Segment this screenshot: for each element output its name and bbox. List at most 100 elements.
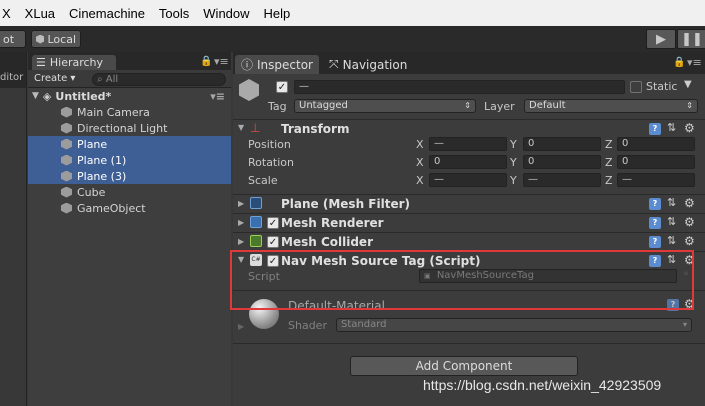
tab-inspector[interactable]: ⓘ Inspector	[235, 55, 319, 74]
scale-x-axis-label[interactable]: X	[416, 174, 424, 187]
toolbar: ot Local ▶ ❚❚	[0, 26, 705, 52]
mesh-renderer-enabled-checkbox[interactable]: ✓	[267, 217, 279, 229]
tab-inspector-label: Inspector	[257, 57, 313, 72]
hierarchy-list: Main Camera Directional Light Plane Plane (…	[28, 104, 231, 216]
hierarchy-item-label: Plane (1)	[77, 153, 127, 167]
tab-navigation[interactable]: ⤧ Navigation	[323, 55, 413, 74]
scene-menu-icon[interactable]: ▾≡	[210, 90, 225, 103]
inspector-menu-icon[interactable]: ▾≡	[687, 56, 702, 69]
expand-arrow-icon[interactable]: ▼	[238, 123, 244, 132]
gear-icon[interactable]: ⚙	[684, 216, 696, 228]
inspector-panel: ⓘ Inspector ⤧ Navigation 🔒 ▾≡ ✓ — Static…	[233, 52, 705, 406]
mesh-collider-enabled-checkbox[interactable]: ✓	[267, 236, 279, 248]
presets-icon[interactable]: ⇅	[667, 122, 679, 134]
inspector-lock-icon[interactable]: 🔒	[673, 57, 685, 68]
transform-header[interactable]: ▼ ⊥ Transform ? ⇅ ⚙	[233, 119, 705, 137]
scale-x-field[interactable]: —	[429, 173, 507, 187]
gameobject-cube-icon	[239, 79, 259, 101]
add-component-button[interactable]: Add Component	[350, 356, 578, 376]
position-y-axis-label[interactable]: Y	[510, 138, 517, 151]
scale-y-axis-label[interactable]: Y	[510, 174, 517, 187]
mesh-collider-header[interactable]: ▶ ✓ Mesh Collider ? ⇅ ⚙	[233, 232, 705, 250]
rotation-y-axis-label[interactable]: Y	[510, 156, 517, 169]
position-x-axis-label[interactable]: X	[416, 138, 424, 151]
rotation-z-axis-label[interactable]: Z	[605, 156, 613, 169]
menu-help[interactable]: Help	[264, 6, 291, 21]
play-button[interactable]: ▶	[646, 29, 676, 49]
hierarchy-panel: ☰ Hierarchy 🔒 ▾≡ Create ▾ ⌕ All ▼ ◈ Unti…	[28, 52, 231, 406]
hierarchy-item[interactable]: Directional Light	[28, 120, 231, 136]
mesh-renderer-header[interactable]: ▶ ✓ Mesh Renderer ? ⇅ ⚙	[233, 213, 705, 231]
presets-icon[interactable]: ⇅	[667, 197, 679, 209]
gear-icon[interactable]: ⚙	[684, 197, 696, 209]
layer-dropdown[interactable]: Default ⇕	[524, 99, 698, 113]
hierarchy-item[interactable]: Main Camera	[28, 104, 231, 120]
position-z-field[interactable]: 0	[617, 137, 695, 151]
rotation-x-axis-label[interactable]: X	[416, 156, 424, 169]
static-dropdown-icon[interactable]: ▼	[684, 79, 692, 90]
rotation-y-field[interactable]: 0	[523, 155, 601, 169]
shader-dropdown[interactable]: Standard ▾	[336, 318, 692, 332]
hierarchy-item[interactable]: Plane	[28, 136, 231, 152]
position-y-field[interactable]: 0	[523, 137, 601, 151]
local-toggle[interactable]: Local	[31, 30, 81, 48]
scale-z-field[interactable]: —	[617, 173, 695, 187]
hierarchy-item[interactable]: Plane (3)	[28, 168, 231, 184]
presets-icon[interactable]: ⇅	[667, 235, 679, 247]
help-icon[interactable]: ?	[649, 123, 661, 135]
cube-icon	[36, 34, 45, 44]
create-dropdown[interactable]: Create ▾	[34, 73, 75, 84]
hierarchy-item-label: Main Camera	[77, 105, 150, 119]
mesh-filter-header[interactable]: ▶ Plane (Mesh Filter) ? ⇅ ⚙	[233, 194, 705, 212]
collapse-arrow-icon[interactable]: ▶	[238, 237, 244, 246]
object-name-field[interactable]: —	[294, 80, 625, 94]
collapse-arrow-icon[interactable]: ▶	[238, 218, 244, 227]
tab-hierarchy[interactable]: ☰ Hierarchy	[32, 55, 116, 70]
gameobject-icon	[61, 202, 72, 214]
collapse-arrow-icon[interactable]: ▶	[238, 322, 244, 331]
presets-icon[interactable]: ⇅	[667, 216, 679, 228]
pivot-toggle[interactable]: ot	[0, 30, 26, 48]
rotation-z-field[interactable]: 0	[617, 155, 695, 169]
menu-window[interactable]: Window	[203, 6, 249, 21]
tag-dropdown[interactable]: Untagged ⇕	[294, 99, 476, 113]
gameobject-icon	[61, 138, 72, 150]
panel-menu-icon[interactable]: ▾≡	[214, 55, 229, 68]
help-icon[interactable]: ?	[649, 217, 661, 229]
scale-y-field[interactable]: —	[523, 173, 601, 187]
gear-icon[interactable]: ⚙	[684, 235, 696, 247]
transform-title: Transform	[281, 122, 350, 136]
inspector-divider	[233, 343, 705, 344]
expand-arrow-icon[interactable]: ▼	[32, 91, 39, 101]
shader-label: Shader	[288, 319, 327, 332]
menu-x[interactable]: X	[2, 6, 11, 21]
position-z-axis-label[interactable]: Z	[605, 138, 613, 151]
gameobject-icon	[61, 154, 72, 166]
lock-icon[interactable]: 🔒	[200, 56, 212, 67]
position-x-field[interactable]: —	[429, 137, 507, 151]
menu-xlua[interactable]: XLua	[25, 6, 55, 21]
menu-cinemachine[interactable]: Cinemachine	[69, 6, 145, 21]
unity-scene-icon: ◈	[42, 89, 52, 103]
help-icon[interactable]: ?	[649, 236, 661, 248]
list-icon: ☰	[36, 56, 46, 69]
hierarchy-search-input[interactable]: ⌕ All	[92, 73, 226, 86]
updown-icon: ⇕	[464, 101, 471, 110]
static-checkbox[interactable]	[630, 81, 642, 93]
help-icon[interactable]: ?	[649, 198, 661, 210]
position-label: Position	[248, 138, 291, 151]
hierarchy-item[interactable]: Plane (1)	[28, 152, 231, 168]
hierarchy-item[interactable]: Cube	[28, 184, 231, 200]
hierarchy-item-label: Directional Light	[77, 121, 168, 135]
collapse-arrow-icon[interactable]: ▶	[238, 199, 244, 208]
menu-tools[interactable]: Tools	[159, 6, 189, 21]
scale-z-axis-label[interactable]: Z	[605, 174, 613, 187]
rotation-x-field[interactable]: 0	[429, 155, 507, 169]
tag-label: Tag	[268, 100, 287, 113]
pause-button[interactable]: ❚❚	[677, 29, 705, 49]
gear-icon[interactable]: ⚙	[684, 122, 696, 134]
scene-row[interactable]: ▼ ◈ Untitled* ▾≡	[28, 88, 231, 104]
local-label: Local	[47, 32, 76, 46]
active-checkbox[interactable]: ✓	[276, 81, 288, 93]
hierarchy-item[interactable]: GameObject	[28, 200, 231, 216]
